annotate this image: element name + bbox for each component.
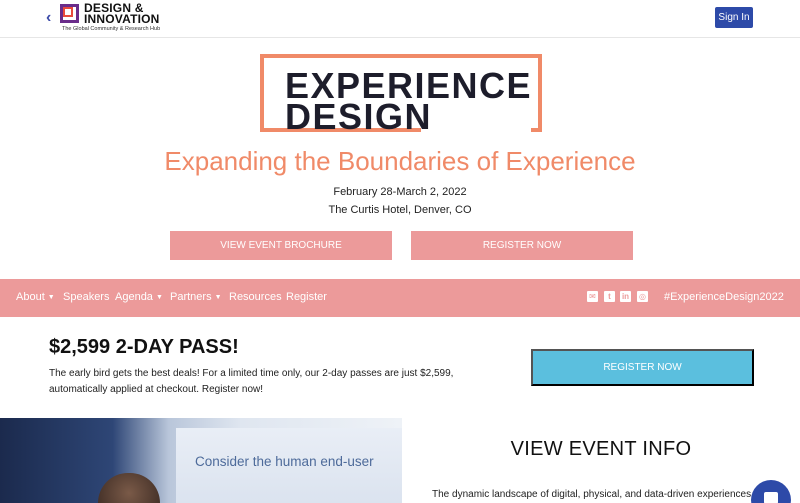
logo-title[interactable]: DESIGN & INNOVATION [84, 2, 160, 26]
logo-title-line2: INNOVATION [84, 12, 160, 26]
photo-screen-caption: Consider the human end-user [195, 454, 374, 469]
sign-in-button[interactable]: Sign In [715, 7, 753, 28]
promo-title: $2,599 2-DAY PASS! [49, 336, 239, 358]
nav-item-resources[interactable]: Resources [229, 291, 282, 303]
nav-item-about[interactable]: About ▼ [16, 291, 55, 303]
nav-item-partners[interactable]: Partners ▼ [170, 291, 222, 303]
event-dates: February 28-March 2, 2022 [333, 186, 467, 198]
nav-item-agenda[interactable]: Agenda ▼ [115, 291, 163, 303]
back-chevron-icon[interactable]: ‹ [46, 9, 51, 27]
chat-icon[interactable] [751, 480, 791, 503]
chevron-down-icon: ▼ [214, 294, 222, 301]
promo-description: The early bird gets the best deals! For … [49, 368, 454, 395]
design-innovation-logo-icon[interactable] [60, 4, 79, 23]
event-hashtag[interactable]: #ExperienceDesign2022 [664, 291, 784, 303]
main-navigation: About ▼ Speakers Agenda ▼ Partners ▼ Resour… [0, 279, 800, 317]
top-header: ‹ DESIGN & INNOVATION The Global Communi… [0, 0, 800, 38]
logo-subtitle: The Global Community & Research Hub [62, 26, 161, 32]
chevron-down-icon: ▼ [155, 294, 163, 301]
event-venue: The Curtis Hotel, Denver, CO [328, 204, 472, 216]
nav-item-speakers[interactable]: Speakers [63, 291, 109, 303]
instagram-icon[interactable]: ◎ [637, 291, 648, 302]
email-icon[interactable]: ✉ [587, 291, 598, 302]
event-photo: Consider the human end-user [0, 418, 402, 503]
event-tagline: Expanding the Boundaries of Experience [164, 146, 636, 176]
promo-register-now-button[interactable]: REGISTER NOW [531, 349, 754, 386]
event-logo-text: EXPERIENCE DESIGN [285, 68, 531, 135]
view-event-info-heading: VIEW EVENT INFO [510, 438, 692, 460]
speaker-silhouette [98, 473, 160, 503]
linkedin-icon[interactable]: in [620, 291, 631, 302]
hero-register-now-button[interactable]: REGISTER NOW [411, 231, 633, 260]
chevron-down-icon: ▼ [47, 294, 55, 301]
nav-item-register[interactable]: Register [286, 291, 327, 303]
event-info-text: The dynamic landscape of digital, physic… [432, 489, 752, 500]
view-event-brochure-button[interactable]: VIEW EVENT BROCHURE [170, 231, 392, 260]
twitter-icon[interactable]: t [604, 291, 615, 302]
